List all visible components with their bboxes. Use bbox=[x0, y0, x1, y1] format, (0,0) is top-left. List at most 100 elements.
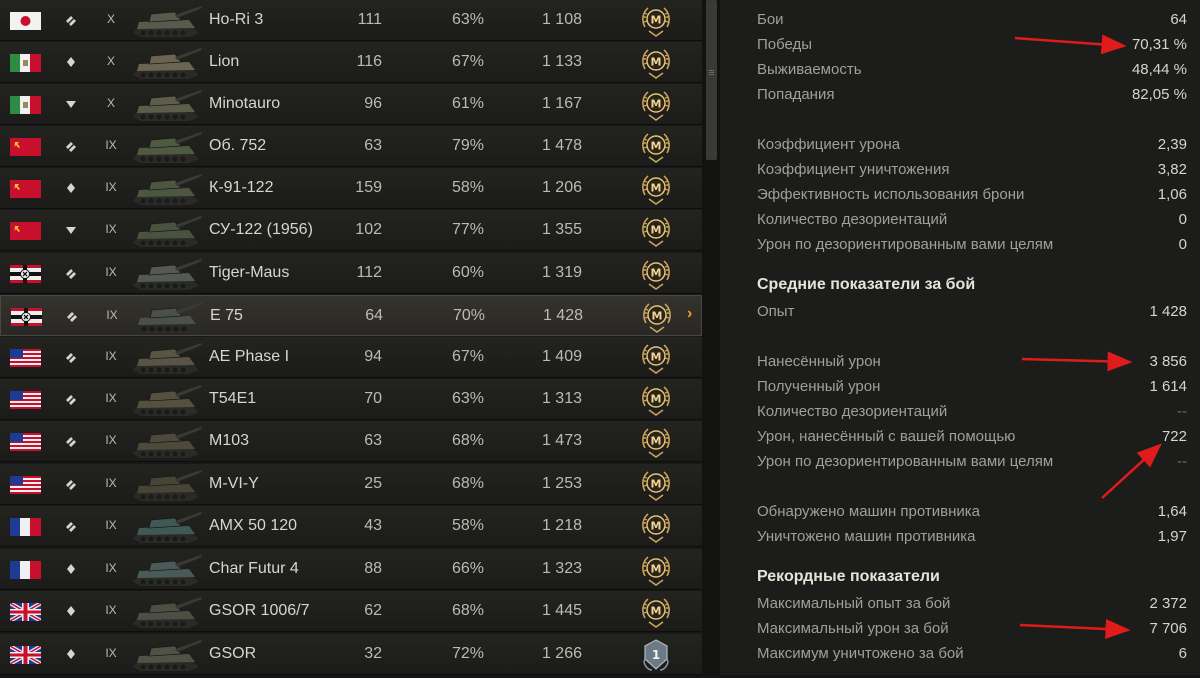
vehicle-winrate: 60% bbox=[451, 264, 484, 281]
flag-usa-icon bbox=[10, 391, 41, 409]
vehicle-row[interactable]: X Ho-Ri 3 111 63% 1 108 M bbox=[0, 0, 702, 41]
vehicle-name: СУ-122 (1956) bbox=[209, 221, 313, 238]
vehicle-battles: 32 bbox=[364, 645, 382, 662]
stat-label-max-kills: Максимум уничтожено за бой bbox=[757, 645, 964, 662]
stat-value-avg-damage: 3 856 bbox=[1149, 353, 1187, 370]
mastery-label: M bbox=[651, 224, 662, 237]
mastery-label: M bbox=[651, 140, 662, 153]
mastery-label: M bbox=[651, 435, 662, 448]
vehicle-row[interactable]: IX M103 63 68% 1 473 M bbox=[0, 421, 702, 462]
vehicle-avg-exp: 1 323 bbox=[541, 560, 582, 577]
vehicle-row[interactable]: X Minotauro 96 61% 1 167 M bbox=[0, 84, 702, 125]
vehicle-row[interactable]: IX AMX 50 120 43 58% 1 218 M bbox=[0, 506, 702, 547]
vehicle-battles: 102 bbox=[355, 221, 382, 238]
mastery-label: M bbox=[651, 478, 662, 491]
vehicle-avg-exp: 1 253 bbox=[541, 475, 582, 492]
vehicle-battles: 96 bbox=[364, 95, 382, 112]
scrollbar-thumb[interactable] bbox=[706, 0, 717, 160]
stat-value-max-exp: 2 372 bbox=[1149, 595, 1187, 612]
flag-germany-icon bbox=[11, 308, 42, 326]
vehicle-tier: IX bbox=[105, 138, 117, 152]
vehicle-battles: 25 bbox=[364, 475, 382, 492]
stat-label-wins: Победы bbox=[757, 36, 813, 53]
vehicle-winrate: 72% bbox=[451, 645, 484, 662]
stat-label-avg-stun-damage: Урон по дезориентированным вами целям bbox=[757, 453, 1054, 470]
mastery-badge-icon: M bbox=[638, 509, 674, 545]
vehicle-name: AMX 50 120 bbox=[209, 517, 298, 534]
mastery-badge-icon: M bbox=[638, 45, 674, 81]
vehicle-winrate: 77% bbox=[451, 221, 484, 238]
mastery-badge-icon: M bbox=[638, 424, 674, 460]
heavy-tank-type-icon bbox=[64, 139, 78, 153]
mastery-label: M bbox=[652, 310, 663, 323]
vehicle-avg-exp: 1 473 bbox=[541, 432, 582, 449]
stat-label-avg-destroyed: Уничтожено машин противника bbox=[757, 528, 976, 545]
flag-uk-icon bbox=[10, 603, 41, 621]
stat-value-max-damage: 7 706 bbox=[1149, 620, 1187, 637]
vehicle-name: T54E1 bbox=[209, 390, 257, 407]
vehicle-row[interactable]: IX E 75 64 70% 1 428 M › bbox=[0, 295, 702, 336]
vehicle-row[interactable]: IX AE Phase I 94 67% 1 409 M bbox=[0, 337, 702, 378]
vehicle-tier: IX bbox=[105, 646, 117, 660]
vehicle-avg-exp: 1 355 bbox=[541, 221, 582, 238]
stat-value-stun-damage: 0 bbox=[1178, 236, 1187, 253]
vehicle-row[interactable]: IX GSOR 32 72% 1 266 1 bbox=[0, 634, 702, 675]
vehicle-avg-exp: 1 133 bbox=[541, 53, 582, 70]
medium-tank-type-icon bbox=[64, 604, 78, 618]
stat-value-battles: 64 bbox=[1170, 11, 1187, 28]
vehicle-row[interactable]: IX M-VI-Y 25 68% 1 253 M bbox=[0, 464, 702, 505]
vehicle-tier: IX bbox=[105, 476, 117, 490]
stat-value-kill-ratio: 3,82 bbox=[1157, 161, 1187, 178]
mastery-badge-icon: M bbox=[639, 299, 675, 335]
stat-value-avg-exp: 1 428 bbox=[1149, 303, 1187, 320]
section-title-averages: Средние показатели за бой bbox=[757, 276, 976, 293]
stat-label-stuns: Количество дезориентаций bbox=[757, 211, 948, 228]
arrow-wins bbox=[1014, 34, 1127, 55]
vehicle-tier: IX bbox=[105, 561, 117, 575]
vehicle-tier: IX bbox=[105, 265, 117, 279]
stat-value-avg-received: 1 614 bbox=[1149, 378, 1187, 395]
vehicle-battles: 159 bbox=[355, 179, 382, 196]
arrow-avg-damage bbox=[1021, 351, 1133, 372]
heavy-tank-type-icon bbox=[64, 477, 78, 491]
heavy-tank-type-icon bbox=[65, 309, 79, 323]
mastery-label: M bbox=[651, 563, 662, 576]
stat-label-avg-exp: Опыт bbox=[757, 303, 795, 320]
vehicle-battles: 116 bbox=[356, 53, 382, 70]
vehicle-row[interactable]: IX Об. 752 63 79% 1 478 M bbox=[0, 126, 702, 167]
vehicle-tier: IX bbox=[105, 603, 117, 617]
vehicle-row[interactable]: IX К-91-122 159 58% 1 206 M bbox=[0, 168, 702, 209]
vehicle-list: X Ho-Ri 3 111 63% 1 108 M X Lion 116 67% 1 133… bbox=[0, 0, 702, 675]
stat-value-armor-efficiency: 1,06 bbox=[1157, 186, 1187, 203]
mastery-badge-icon: M bbox=[638, 171, 674, 207]
vehicle-name: Ho-Ri 3 bbox=[209, 11, 264, 28]
vehicle-row[interactable]: IX СУ-122 (1956) 102 77% 1 355 M bbox=[0, 210, 702, 251]
flag-usa-icon bbox=[10, 349, 41, 367]
tank-image-icon bbox=[132, 298, 204, 335]
vehicle-row[interactable]: IX T54E1 70 63% 1 313 M bbox=[0, 379, 702, 420]
vehicle-row[interactable]: IX Char Futur 4 88 66% 1 323 M bbox=[0, 549, 702, 590]
stat-label-avg-damage: Нанесённый урон bbox=[757, 353, 881, 370]
vehicle-tier: IX bbox=[105, 349, 117, 363]
tank-image-icon bbox=[131, 551, 203, 588]
vehicle-avg-exp: 1 409 bbox=[541, 348, 582, 365]
mastery-label: M bbox=[651, 98, 662, 111]
mastery-badge-icon: M bbox=[638, 87, 674, 123]
mastery-label: M bbox=[651, 56, 662, 69]
stat-value-avg-stuns: -- bbox=[1177, 403, 1187, 420]
vehicle-winrate: 61% bbox=[451, 95, 484, 112]
vehicle-list-scrollbar[interactable]: ≡ bbox=[702, 0, 720, 675]
vehicle-row[interactable]: IX Tiger-Maus 112 60% 1 319 M bbox=[0, 253, 702, 294]
vehicle-name: M-VI-Y bbox=[209, 475, 259, 492]
vehicle-name: E 75 bbox=[210, 307, 243, 324]
mastery-badge-icon: M bbox=[638, 467, 674, 503]
vehicle-row[interactable]: X Lion 116 67% 1 133 M bbox=[0, 42, 702, 83]
vehicle-winrate: 68% bbox=[451, 432, 484, 449]
vehicle-tier: X bbox=[106, 96, 115, 110]
medium-tank-type-icon bbox=[64, 562, 78, 576]
heavy-tank-type-icon bbox=[64, 13, 78, 27]
stat-label-hits: Попадания bbox=[757, 86, 835, 103]
vehicle-row[interactable]: IX GSOR 1006/7 62 68% 1 445 M bbox=[0, 591, 702, 632]
stat-value-stuns: 0 bbox=[1178, 211, 1187, 228]
stat-label-damage-ratio: Коэффициент урона bbox=[757, 136, 901, 153]
